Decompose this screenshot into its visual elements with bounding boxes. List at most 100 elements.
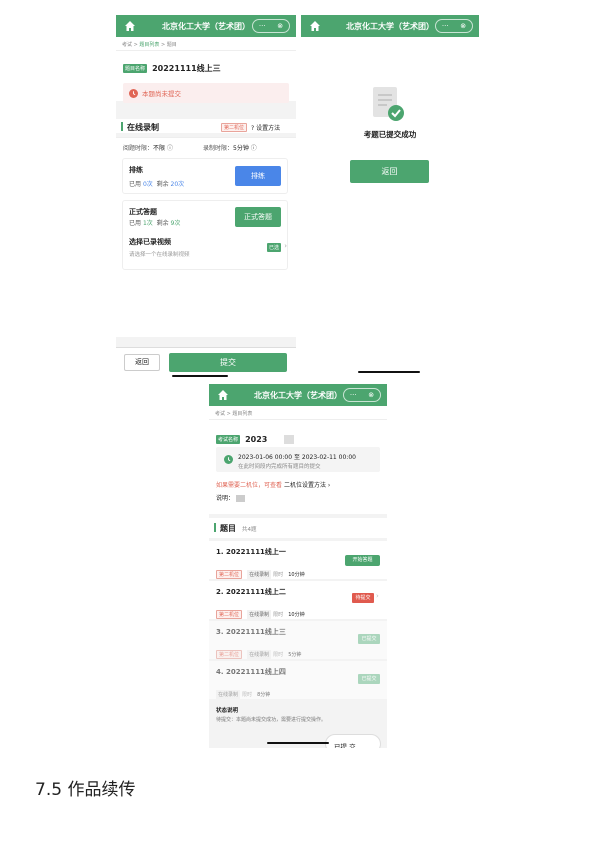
record-panel: 阅题时限：不限 ⓘ 录制时限：5分钟 ⓘ 排练 已用 0次 剩余 20次 排练 … bbox=[116, 137, 296, 337]
back-button[interactable]: 返回 bbox=[350, 160, 429, 183]
exam-name-tag: 考试名称 bbox=[216, 435, 241, 444]
home-icon[interactable] bbox=[309, 20, 321, 32]
help-icon: ? bbox=[251, 125, 255, 132]
item-tags: 第二机位 在线录制 限时 5分钟 bbox=[216, 641, 301, 660]
chevron-right-icon: › bbox=[284, 242, 287, 250]
redacted-block bbox=[235, 495, 245, 502]
floating-submit-button[interactable]: 已提 交 bbox=[325, 734, 381, 748]
list-count: 共4题 bbox=[242, 527, 257, 533]
exam-time-hint: 在此时间段内完成所有题目的提交 bbox=[238, 464, 321, 470]
setup-method-link[interactable]: ? 设置方法 bbox=[251, 123, 280, 132]
close-icon[interactable]: ⊗ bbox=[368, 391, 374, 399]
list-header: 题目 共4题 bbox=[209, 518, 387, 538]
status-text: 待提交：本题尚未提交成功，需要进行提交操作。 bbox=[216, 717, 327, 723]
success-document-icon bbox=[373, 87, 404, 121]
clock-icon bbox=[224, 455, 233, 464]
pending-badge: 待提交 bbox=[352, 593, 374, 603]
question-item-2[interactable]: 2. 20221111线上二 第二机位 在线录制 限时 10分钟 待提交 › bbox=[209, 581, 387, 619]
camera-setup-link[interactable]: 二机位设置方法 bbox=[284, 482, 326, 489]
screen-question-list: 北京化工大学（艺术团） ··· ⊗ 考试 > 题目列表 考试名称 2023 202… bbox=[209, 384, 387, 748]
success-message: 考题已提交成功 bbox=[363, 130, 417, 139]
formal-title: 正式答题 bbox=[129, 208, 157, 216]
app-header: 北京化工大学（艺术团） ··· ⊗ bbox=[209, 384, 387, 406]
exam-summary: 考试名称 2023 2023-01-06 00:00 至 2023-02-11 … bbox=[209, 420, 387, 514]
item-title: 2. 20221111线上二 bbox=[216, 588, 286, 596]
start-answer-button[interactable]: 开始答题 bbox=[345, 555, 380, 566]
formal-card: 正式答题 已用 1次 剩余 9次 正式答题 选择已录视频 请选择一个在线录制视频… bbox=[122, 200, 288, 270]
question-name-tag: 题目名称 bbox=[123, 64, 148, 73]
item-title: 4. 20221111线上四 bbox=[216, 668, 286, 676]
home-indicator bbox=[172, 375, 228, 377]
home-icon[interactable] bbox=[217, 389, 229, 401]
question-summary: 题目名称 20221111线上三 本题尚未提交 bbox=[116, 51, 296, 103]
status-title: 状态说明 bbox=[216, 708, 239, 714]
chevron-right-icon: › bbox=[376, 592, 379, 600]
breadcrumb-list: 题目列表 bbox=[232, 411, 253, 417]
select-video-title: 选择已录视频 bbox=[129, 238, 171, 246]
practice-title: 排练 bbox=[129, 166, 143, 174]
item-title: 3. 20221111线上三 bbox=[216, 628, 286, 636]
back-button[interactable]: 返回 bbox=[124, 354, 160, 371]
exam-time-box: 2023-01-06 00:00 至 2023-02-11 00:00 在此时间… bbox=[216, 447, 380, 472]
select-video-hint: 请选择一个在线录制视频 bbox=[129, 252, 190, 258]
formal-answer-button[interactable]: 正式答题 bbox=[235, 207, 281, 227]
app-header: 北京化工大学（艺术团） ··· ⊗ bbox=[116, 15, 296, 37]
info-icon: ⓘ bbox=[250, 145, 257, 152]
status-legend: 状态说明 待提交：本题尚未提交成功，需要进行提交操作。 bbox=[216, 706, 380, 723]
exam-description: 说明： bbox=[216, 493, 245, 502]
home-indicator bbox=[358, 371, 420, 373]
home-indicator bbox=[267, 742, 329, 744]
practice-button[interactable]: 排练 bbox=[235, 166, 281, 186]
more-icon[interactable]: ··· bbox=[259, 22, 266, 30]
record-limit: 录制时限：5分钟 ⓘ bbox=[203, 145, 257, 152]
camera-note: 如果需要二机位，可查看 二机位设置方法 › bbox=[216, 482, 331, 489]
formal-counts: 已用 1次 剩余 9次 bbox=[129, 220, 181, 227]
breadcrumb-exam[interactable]: 考试 bbox=[122, 42, 132, 48]
exam-time-range: 2023-01-06 00:00 至 2023-02-11 00:00 bbox=[238, 454, 356, 461]
list-title: 题目 bbox=[220, 524, 236, 533]
breadcrumb-list[interactable]: 题目列表 bbox=[139, 42, 159, 48]
breadcrumb: 考试 > 题目列表 > 题目 bbox=[116, 37, 296, 51]
question-item-1[interactable]: 1. 20221111线上一 第二机位 在线录制 限时 10分钟 开始答题 bbox=[209, 541, 387, 579]
bottom-bar: 返回 提交 bbox=[116, 347, 296, 377]
section-caption: 7.5 作品续传 bbox=[35, 780, 136, 800]
practice-counts: 已用 0次 剩余 20次 bbox=[129, 181, 185, 188]
submitted-badge: 已提交 bbox=[358, 674, 380, 684]
read-limit: 阅题时限：不限 ⓘ bbox=[123, 145, 173, 152]
breadcrumb-question: 题目 bbox=[166, 42, 177, 48]
info-icon: ⓘ bbox=[166, 145, 173, 152]
submitted-badge: 已提交 bbox=[358, 634, 380, 644]
item-tags: 第二机位 在线录制 限时 10分钟 bbox=[216, 561, 305, 580]
screen-submit-success: 北京化工大学（艺术团） ··· ⊗ 考题已提交成功 返回 bbox=[301, 15, 479, 377]
section-title: 在线录制 bbox=[127, 123, 159, 132]
more-icon[interactable]: ··· bbox=[442, 22, 449, 30]
more-icon[interactable]: ··· bbox=[350, 391, 357, 399]
screen-question-detail: 北京化工大学（艺术团） ··· ⊗ 考试 > 题目列表 > 题目 题目名称 202… bbox=[116, 15, 296, 377]
app-header: 北京化工大学（艺术团） ··· ⊗ bbox=[301, 15, 479, 37]
practice-card: 排练 已用 0次 剩余 20次 排练 bbox=[122, 158, 288, 194]
close-icon[interactable]: ⊗ bbox=[277, 22, 283, 30]
item-tags: 第二机位 在线录制 限时 10分钟 bbox=[216, 601, 305, 620]
exam-name: 2023 bbox=[245, 435, 268, 444]
question-name: 20221111线上三 bbox=[152, 64, 221, 73]
capsule-menu[interactable]: ··· ⊗ bbox=[435, 19, 473, 33]
home-icon[interactable] bbox=[124, 20, 136, 32]
select-video-row[interactable]: 选择已录视频 请选择一个在线录制视频 已选 › bbox=[129, 237, 287, 258]
item-title: 1. 20221111线上一 bbox=[216, 548, 286, 556]
capsule-menu[interactable]: ··· ⊗ bbox=[252, 19, 290, 33]
question-item-3[interactable]: 3. 20221111线上三 第二机位 在线录制 限时 5分钟 已提交 bbox=[209, 621, 387, 659]
item-tags: 在线录制 限时 8分钟 bbox=[216, 690, 271, 699]
not-submitted-alert: 本题尚未提交 bbox=[123, 83, 289, 103]
close-icon[interactable]: ⊗ bbox=[460, 22, 466, 30]
breadcrumb-exam[interactable]: 考试 bbox=[215, 411, 225, 417]
mode-tag: 第二机位 bbox=[221, 123, 248, 132]
question-item-4[interactable]: 4. 20221111线上四 在线录制 限时 8分钟 已提交 bbox=[209, 661, 387, 699]
section-header: 在线录制 第二机位 ? 设置方法 bbox=[116, 115, 296, 133]
submit-button[interactable]: 提交 bbox=[169, 353, 287, 372]
selected-badge: 已选 bbox=[266, 243, 281, 252]
clock-icon bbox=[129, 88, 138, 98]
capsule-menu[interactable]: ··· ⊗ bbox=[343, 388, 381, 402]
alert-text: 本题尚未提交 bbox=[142, 90, 181, 98]
breadcrumb: 考试 > 题目列表 bbox=[209, 406, 387, 420]
redacted-block bbox=[284, 435, 295, 444]
